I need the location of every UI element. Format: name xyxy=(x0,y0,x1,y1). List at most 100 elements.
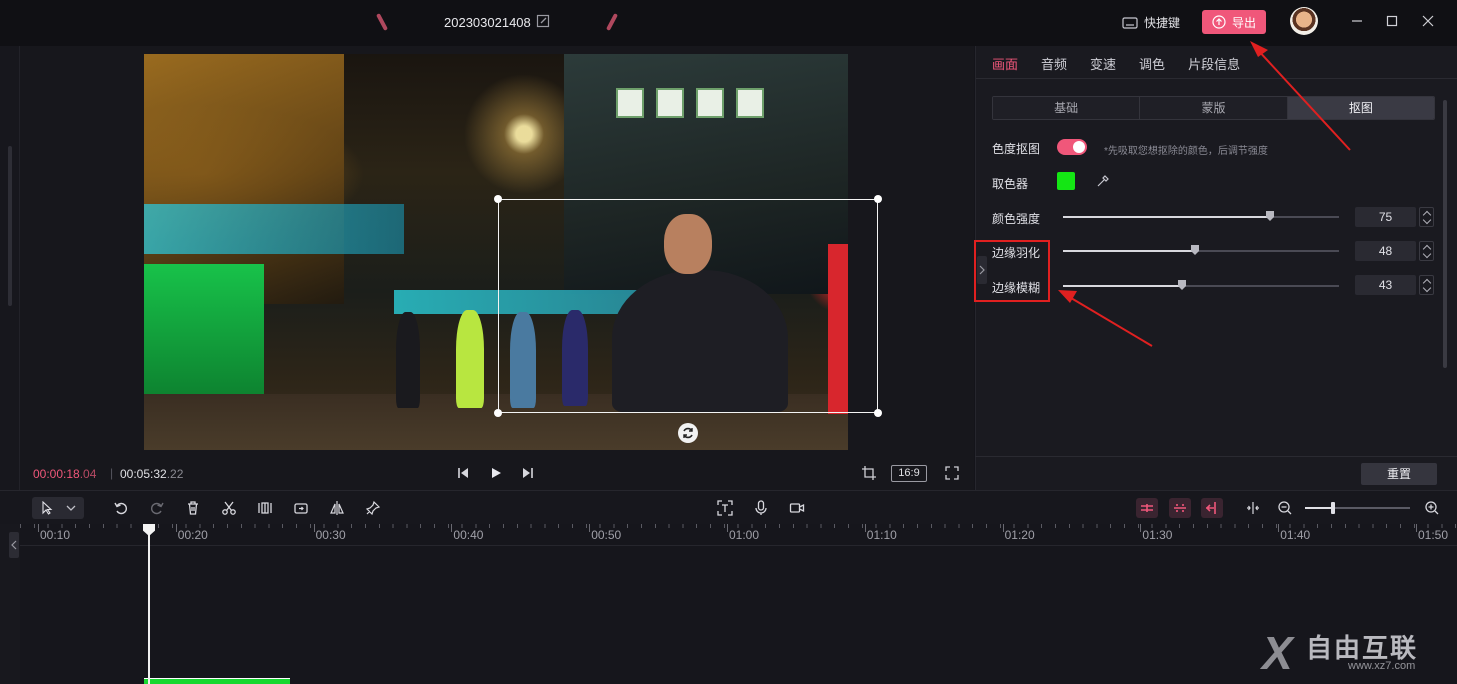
subtab-keying[interactable]: 抠图 xyxy=(1287,97,1434,119)
split-icon[interactable] xyxy=(257,500,273,516)
transform-box[interactable] xyxy=(494,195,882,417)
split-marker-icon[interactable] xyxy=(1245,500,1261,516)
annotation-highlight-box xyxy=(974,240,1050,302)
color-intensity-slider[interactable] xyxy=(1063,211,1339,221)
crop-icon[interactable] xyxy=(862,466,876,480)
eyedropper-icon[interactable] xyxy=(1096,174,1110,188)
edge-feather-stepper[interactable] xyxy=(1419,241,1434,261)
tab-picture[interactable]: 画面 xyxy=(992,54,1018,79)
current-time: 00:00:18.04 xyxy=(33,467,97,481)
timeline-ruler[interactable]: 00:10 00:20 00:30 00:40 00:50 01:00 01:10 01:20… xyxy=(20,524,1457,546)
panel-footer-divider xyxy=(975,456,1457,457)
microphone-icon[interactable] xyxy=(753,500,769,516)
tabs-divider xyxy=(976,78,1457,79)
scene-awning xyxy=(144,204,404,254)
timeline[interactable]: 00:10 00:20 00:30 00:40 00:50 01:00 01:10 01:20… xyxy=(0,524,1457,684)
reset-button[interactable]: 重置 xyxy=(1361,463,1437,485)
camera-icon[interactable] xyxy=(789,500,805,516)
tab-audio[interactable]: 音频 xyxy=(1041,54,1067,79)
edge-feather-slider[interactable] xyxy=(1063,245,1339,255)
rotate-icon xyxy=(683,427,693,439)
edge-feather-value[interactable]: 48 xyxy=(1355,241,1416,261)
next-frame-icon[interactable] xyxy=(521,466,535,480)
preview-axis-toggle[interactable] xyxy=(1201,498,1223,518)
video-clip[interactable] xyxy=(144,678,290,684)
chroma-key-label: 色度抠图 xyxy=(992,142,1041,156)
ruler-tick xyxy=(589,524,591,532)
slider-fill xyxy=(1063,216,1270,218)
ruler-tick xyxy=(313,524,315,532)
undo-icon[interactable] xyxy=(113,500,129,516)
chroma-key-toggle[interactable] xyxy=(1057,139,1087,155)
maximize-icon[interactable] xyxy=(1383,12,1401,30)
scene-sign xyxy=(616,88,644,118)
tab-speed[interactable]: 变速 xyxy=(1090,54,1116,79)
play-icon[interactable] xyxy=(489,466,503,480)
edit-icon[interactable] xyxy=(536,14,550,28)
scissors-icon[interactable] xyxy=(221,500,237,516)
link-icon xyxy=(1174,504,1186,512)
zoom-thumb[interactable] xyxy=(1331,502,1335,514)
edge-blur-stepper[interactable] xyxy=(1419,275,1434,295)
color-intensity-stepper[interactable] xyxy=(1419,207,1434,227)
playhead[interactable] xyxy=(143,524,155,684)
time-separator: | xyxy=(110,466,114,480)
subtab-basic[interactable]: 基础 xyxy=(993,97,1141,119)
title-bar: 202303021408 快捷键 导出 xyxy=(0,0,1457,46)
select-tool-dropdown[interactable] xyxy=(32,497,84,519)
project-title[interactable]: 202303021408 xyxy=(444,15,531,30)
slider-thumb[interactable] xyxy=(1266,211,1274,221)
ruler-tick-label: 01:50 xyxy=(1418,528,1449,542)
rotate-handle[interactable] xyxy=(678,423,698,443)
fullscreen-icon[interactable] xyxy=(945,466,959,480)
text-recognition-icon[interactable] xyxy=(717,500,733,516)
delete-icon[interactable] xyxy=(185,500,201,516)
chevron-down-icon xyxy=(66,505,76,511)
resize-handle-tl[interactable] xyxy=(494,195,502,203)
ruler-tick-label: 01:00 xyxy=(729,528,760,542)
resize-handle-br[interactable] xyxy=(874,409,882,417)
watermark-logo: X xyxy=(1262,627,1293,679)
resize-handle-bl[interactable] xyxy=(494,409,502,417)
scene-dancer xyxy=(396,312,420,408)
scene-dancer xyxy=(456,310,484,408)
resize-handle-tr[interactable] xyxy=(874,195,882,203)
link-toggle[interactable] xyxy=(1169,498,1191,518)
snap-icon xyxy=(1141,504,1153,512)
edge-blur-value[interactable]: 43 xyxy=(1355,275,1416,295)
slider-thumb[interactable] xyxy=(1178,280,1186,290)
timeline-collapse-handle[interactable] xyxy=(9,532,19,558)
edge-blur-slider[interactable] xyxy=(1063,280,1339,290)
zoom-out-icon[interactable] xyxy=(1277,500,1293,516)
picked-color-swatch[interactable] xyxy=(1057,172,1075,190)
shortcut-button[interactable]: 快捷键 xyxy=(1122,14,1180,31)
redo-icon[interactable] xyxy=(149,500,165,516)
timeline-toolbar xyxy=(0,490,1457,524)
ruler-tick-label: 00:50 xyxy=(591,528,622,542)
close-icon[interactable] xyxy=(1419,12,1437,30)
export-button[interactable]: 导出 xyxy=(1202,10,1266,34)
tab-clip-info[interactable]: 片段信息 xyxy=(1188,54,1240,79)
slider-thumb[interactable] xyxy=(1191,245,1199,255)
scene-sign xyxy=(696,88,724,118)
tab-color[interactable]: 调色 xyxy=(1139,54,1165,79)
pin-icon[interactable] xyxy=(365,500,381,516)
previous-frame-icon[interactable] xyxy=(456,466,470,480)
media-panel-collapsed xyxy=(0,46,20,490)
ruler-tick xyxy=(1002,524,1004,532)
user-avatar[interactable] xyxy=(1290,7,1318,35)
snap-toggle[interactable] xyxy=(1136,498,1158,518)
loop-icon[interactable] xyxy=(293,500,309,516)
zoom-in-icon[interactable] xyxy=(1424,500,1440,516)
minimize-icon[interactable] xyxy=(1348,12,1366,30)
subtab-mask[interactable]: 蒙版 xyxy=(1140,97,1288,119)
timeline-zoom-slider[interactable] xyxy=(1305,502,1410,514)
ruler-tick-label: 01:10 xyxy=(866,528,897,542)
color-picker-label: 取色器 xyxy=(992,177,1029,191)
panel-scrollbar[interactable] xyxy=(1443,100,1447,368)
aspect-ratio-button[interactable]: 16:9 xyxy=(891,465,927,482)
export-label: 导出 xyxy=(1231,15,1256,30)
mirror-icon[interactable] xyxy=(329,500,345,516)
left-scrollbar[interactable] xyxy=(8,146,12,306)
color-intensity-value[interactable]: 75 xyxy=(1355,207,1416,227)
